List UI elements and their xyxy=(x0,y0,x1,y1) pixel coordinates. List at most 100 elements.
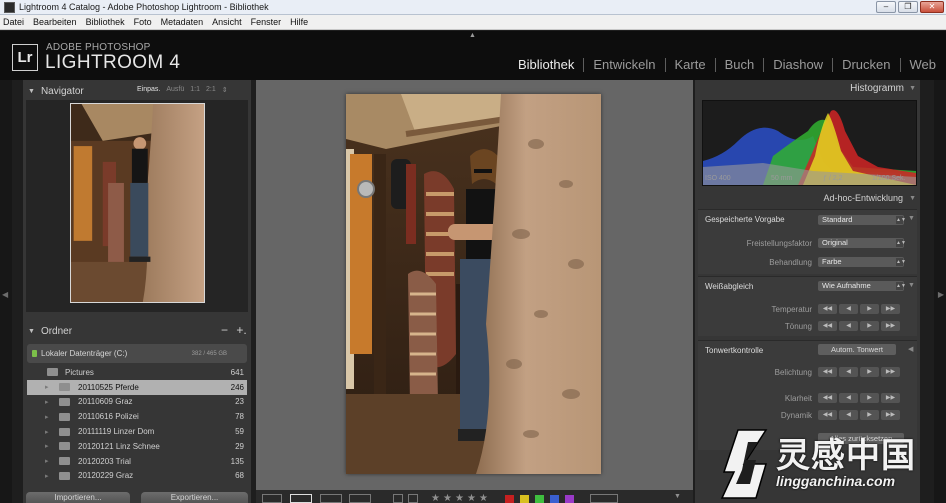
star-icon[interactable]: ★ xyxy=(467,493,476,503)
menu-datei[interactable]: Datei xyxy=(3,17,24,27)
zoom-more-icon[interactable]: ⇕ xyxy=(222,86,228,94)
menu-bearbeiten[interactable]: Bearbeiten xyxy=(33,17,77,27)
auto-tone-button[interactable]: Autom. Tonwert xyxy=(818,344,896,355)
increase-small-button[interactable]: ▶ xyxy=(860,367,879,377)
decrease-small-button[interactable]: ◀ xyxy=(839,321,858,331)
color-label-yellow[interactable] xyxy=(520,495,529,503)
menu-foto[interactable]: Foto xyxy=(134,17,152,27)
expand-arrow-icon[interactable]: ▸ xyxy=(45,442,49,450)
navigator-thumbnail[interactable] xyxy=(70,103,205,303)
increase-large-button[interactable]: ▶▶ xyxy=(881,367,900,377)
clarity-steppers: ◀◀ ◀ ▶ ▶▶ xyxy=(818,393,900,403)
increase-small-button[interactable]: ▶ xyxy=(860,393,879,403)
quick-develop-header[interactable]: Ad-hoc-Entwicklung ▼ xyxy=(695,192,920,207)
close-button[interactable]: ✕ xyxy=(920,1,944,13)
color-label-red[interactable] xyxy=(505,495,514,503)
module-drucken[interactable]: Drucken xyxy=(842,57,890,72)
module-web[interactable]: Web xyxy=(910,57,937,72)
rotate-icon[interactable] xyxy=(590,494,618,503)
decrease-small-button[interactable]: ◀ xyxy=(839,393,858,403)
module-buch[interactable]: Buch xyxy=(725,57,755,72)
top-panel-toggle-icon[interactable]: ▲ xyxy=(469,32,476,39)
export-button[interactable]: Exportieren... xyxy=(141,492,248,503)
volume-bar[interactable]: Lokaler Datenträger (C:) 382 / 465 GB xyxy=(27,344,247,363)
expand-arrow-icon[interactable]: ▸ xyxy=(45,457,49,465)
section-expand-icon[interactable]: ◀ xyxy=(908,345,913,353)
right-panel-toggle-icon[interactable]: ▶ xyxy=(938,290,944,299)
section-expand-icon[interactable]: ▼ xyxy=(908,215,915,222)
expand-arrow-icon[interactable]: ▸ xyxy=(45,472,49,480)
main-photo[interactable] xyxy=(346,94,601,474)
section-expand-icon[interactable]: ▼ xyxy=(908,282,915,289)
remove-folder-button[interactable]: − xyxy=(221,323,228,337)
flag-icon[interactable] xyxy=(393,494,403,503)
folder-row[interactable]: ▸ 20110616 Polizei 78 xyxy=(27,409,247,424)
loupe-view-icon[interactable] xyxy=(290,494,312,503)
increase-small-button[interactable]: ▶ xyxy=(860,321,879,331)
decrease-small-button[interactable]: ◀ xyxy=(839,304,858,314)
module-karte[interactable]: Karte xyxy=(675,57,706,72)
increase-large-button[interactable]: ▶▶ xyxy=(881,393,900,403)
reject-flag-icon[interactable] xyxy=(408,494,418,503)
decrease-small-button[interactable]: ◀ xyxy=(839,410,858,420)
folder-row[interactable]: ▸ 20120203 Trial 135 xyxy=(27,454,247,469)
histogram-header[interactable]: Histogramm ▼ xyxy=(695,82,920,98)
survey-view-icon[interactable] xyxy=(349,494,371,503)
menu-bibliothek[interactable]: Bibliothek xyxy=(86,17,125,27)
module-diashow[interactable]: Diashow xyxy=(773,57,823,72)
increase-small-button[interactable]: ▶ xyxy=(860,410,879,420)
decrease-large-button[interactable]: ◀◀ xyxy=(818,304,837,314)
menu-metadaten[interactable]: Metadaten xyxy=(161,17,204,27)
zoom-2-1[interactable]: 2:1 xyxy=(206,86,216,94)
zoom-1-1[interactable]: 1:1 xyxy=(190,86,200,94)
folder-row[interactable]: ▸ 20110525 Pferde 246 xyxy=(27,379,247,395)
decrease-large-button[interactable]: ◀◀ xyxy=(818,393,837,403)
color-label-blue[interactable] xyxy=(550,495,559,503)
decrease-large-button[interactable]: ◀◀ xyxy=(818,321,837,331)
expand-arrow-icon[interactable]: ▸ xyxy=(45,428,49,436)
increase-small-button[interactable]: ▶ xyxy=(860,304,879,314)
expand-arrow-icon[interactable]: ▸ xyxy=(45,398,49,406)
module-entwickeln[interactable]: Entwickeln xyxy=(593,57,655,72)
folder-row[interactable]: ▸ 20120229 Graz 68 xyxy=(27,469,247,484)
menu-hilfe[interactable]: Hilfe xyxy=(290,17,308,27)
module-separator xyxy=(832,57,834,72)
increase-large-button[interactable]: ▶▶ xyxy=(881,410,900,420)
folders-header[interactable]: ▼ Ordner xyxy=(23,322,251,340)
saved-preset-dropdown[interactable]: Standard ▲▼ xyxy=(818,215,906,225)
restore-button[interactable]: ❐ xyxy=(898,1,918,13)
folder-row[interactable]: ▸ 20120121 Linz Schnee 29 xyxy=(27,439,247,454)
folder-root[interactable]: Pictures 641 xyxy=(27,365,247,380)
increase-large-button[interactable]: ▶▶ xyxy=(881,304,900,314)
color-label-green[interactable] xyxy=(535,495,544,503)
decrease-large-button[interactable]: ◀◀ xyxy=(818,410,837,420)
add-folder-button[interactable]: +. xyxy=(236,323,246,337)
folder-count: 23 xyxy=(235,397,244,407)
import-button[interactable]: Importieren... xyxy=(26,492,130,503)
star-icon[interactable]: ★ xyxy=(479,493,488,503)
grid-view-icon[interactable] xyxy=(262,494,282,503)
increase-large-button[interactable]: ▶▶ xyxy=(881,321,900,331)
menu-fenster[interactable]: Fenster xyxy=(251,17,282,27)
toolbar-menu-icon[interactable]: ▼ xyxy=(674,493,681,500)
module-bibliothek[interactable]: Bibliothek xyxy=(518,57,574,72)
decrease-large-button[interactable]: ◀◀ xyxy=(818,367,837,377)
star-icon[interactable]: ★ xyxy=(455,493,464,503)
expand-arrow-icon[interactable]: ▸ xyxy=(45,383,49,391)
folder-row[interactable]: ▸ 20111119 Linzer Dom 59 xyxy=(27,424,247,439)
decrease-small-button[interactable]: ◀ xyxy=(839,367,858,377)
treatment-dropdown[interactable]: Farbe ▲▼ xyxy=(818,257,906,267)
minimize-button[interactable]: – xyxy=(876,1,896,13)
star-icon[interactable]: ★ xyxy=(431,493,440,503)
menu-ansicht[interactable]: Ansicht xyxy=(212,17,242,27)
expand-arrow-icon[interactable]: ▸ xyxy=(45,413,49,421)
star-icon[interactable]: ★ xyxy=(443,493,452,503)
color-label-purple[interactable] xyxy=(565,495,574,503)
compare-view-icon[interactable] xyxy=(320,494,342,503)
zoom-fill[interactable]: Ausfü xyxy=(166,86,184,94)
white-balance-dropdown[interactable]: Wie Aufnahme ▲▼ xyxy=(818,281,906,291)
folder-row[interactable]: ▸ 20110609 Graz 23 xyxy=(27,395,247,410)
left-panel-toggle-icon[interactable]: ◀ xyxy=(2,290,8,299)
crop-ratio-dropdown[interactable]: Original ▲▼ xyxy=(818,238,906,248)
zoom-fit[interactable]: Einpas. xyxy=(137,86,160,94)
